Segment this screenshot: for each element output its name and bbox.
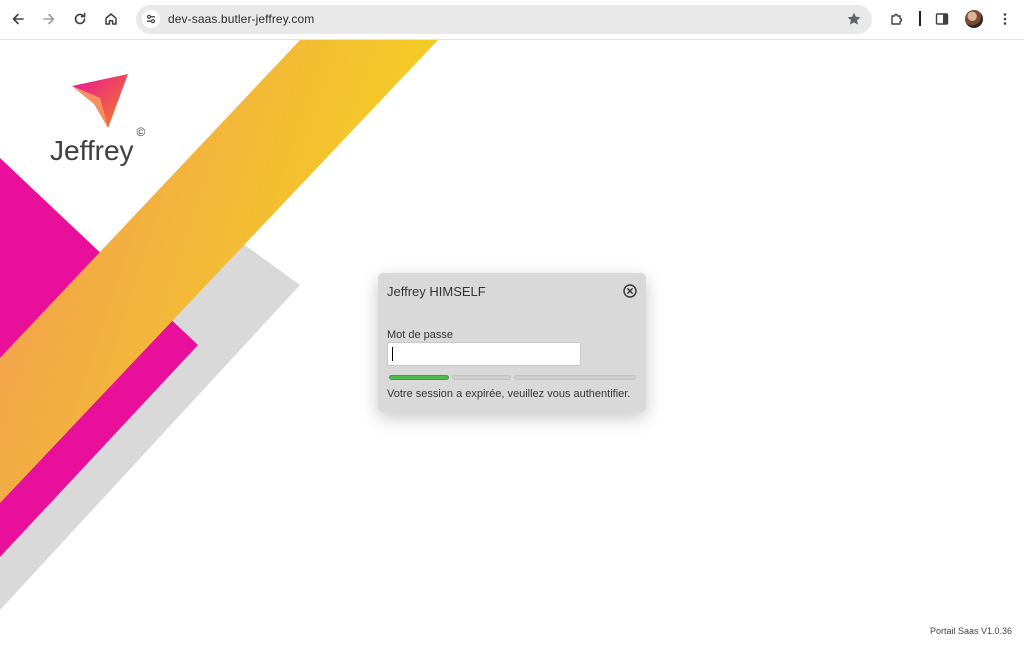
brand-text: Jeffrey: [50, 135, 134, 166]
side-panel-icon: [935, 13, 949, 25]
copyright-mark: ©: [136, 124, 146, 139]
password-input[interactable]: [387, 342, 581, 366]
strength-segment: [389, 375, 449, 380]
jeffrey-logo-icon: [72, 74, 128, 128]
close-icon[interactable]: [622, 283, 638, 299]
side-panel-button[interactable]: [931, 8, 953, 30]
address-bar[interactable]: dev-saas.butler-jeffrey.com: [136, 5, 872, 34]
password-label: Mot de passe: [387, 329, 454, 341]
kebab-menu-icon: [1003, 13, 1007, 25]
session-expired-message: Votre session a expirée, veuillez vous a…: [387, 388, 631, 400]
strength-segment: [452, 375, 511, 380]
strength-segment: [514, 375, 636, 380]
arrow-left-icon: [12, 13, 24, 25]
dialog-title: Jeffrey HIMSELF: [387, 284, 486, 299]
puzzle-icon: [891, 13, 903, 25]
forward-button[interactable]: [36, 6, 62, 32]
back-button[interactable]: [5, 6, 31, 32]
browser-toolbar: dev-saas.butler-jeffrey.com: [0, 0, 1024, 40]
toolbar-divider: [919, 11, 921, 26]
text-caret: [392, 347, 393, 361]
browser-menu-button[interactable]: [994, 8, 1016, 30]
brand-name: Jeffrey©: [50, 125, 145, 167]
avatar[interactable]: [965, 10, 983, 28]
url-text[interactable]: dev-saas.butler-jeffrey.com: [168, 12, 314, 26]
home-icon: [105, 13, 117, 25]
tune-icon[interactable]: [142, 10, 160, 28]
page-content: Jeffrey© Jeffrey HIMSELF Mot de passe Vo…: [0, 40, 1024, 647]
star-icon[interactable]: [846, 11, 862, 27]
home-button[interactable]: [98, 6, 124, 32]
arrow-right-icon: [43, 13, 55, 25]
reload-button[interactable]: [67, 6, 93, 32]
reload-icon: [74, 12, 86, 25]
extensions-button[interactable]: [886, 8, 908, 30]
password-strength-meter: [389, 375, 636, 380]
version-footer: Portail Saas V1.0.36: [929, 626, 1012, 636]
login-dialog: Jeffrey HIMSELF Mot de passe Votre sessi…: [378, 273, 646, 412]
